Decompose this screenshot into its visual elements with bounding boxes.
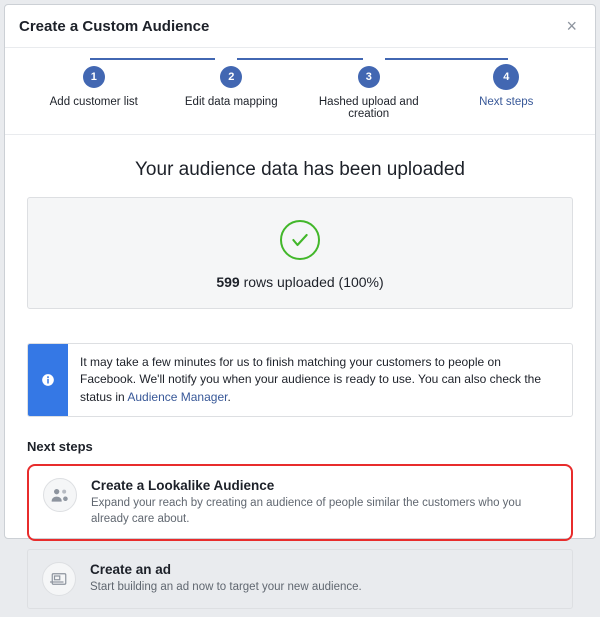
- success-check-icon: [280, 220, 320, 260]
- option-title: Create an ad: [90, 562, 362, 577]
- modal-title: Create a Custom Audience: [19, 18, 209, 35]
- step-connector: [237, 58, 363, 60]
- rows-label: rows uploaded (100%): [240, 274, 384, 290]
- notice-text: It may take a few minutes for us to fini…: [68, 344, 572, 416]
- step-label: Next steps: [438, 96, 576, 108]
- step-label: Edit data mapping: [163, 96, 301, 108]
- option-title: Create a Lookalike Audience: [91, 478, 557, 493]
- option-create-ad[interactable]: Create an ad Start building an ad now to…: [27, 549, 573, 609]
- option-body: Create a Lookalike Audience Expand your …: [91, 478, 557, 527]
- info-icon: [28, 344, 68, 416]
- step-number: 2: [220, 66, 242, 88]
- stepper: 1 Add customer list 2 Edit data mapping …: [5, 48, 595, 135]
- step-number: 1: [83, 66, 105, 88]
- step-label: Hashed upload and creation: [300, 96, 438, 120]
- step-add-customer-list[interactable]: 1 Add customer list: [25, 66, 163, 108]
- step-hashed-upload[interactable]: 3 Hashed upload and creation: [300, 66, 438, 120]
- option-body: Create an ad Start building an ad now to…: [90, 562, 362, 595]
- upload-title: Your audience data has been uploaded: [27, 159, 573, 181]
- step-number: 4: [493, 64, 519, 90]
- step-number: 3: [358, 66, 380, 88]
- next-steps-heading: Next steps: [27, 439, 573, 454]
- step-edit-data-mapping[interactable]: 2 Edit data mapping: [163, 66, 301, 108]
- upload-status-box: 599 rows uploaded (100%): [27, 197, 573, 309]
- custom-audience-modal: Create a Custom Audience × 1 Add custome…: [4, 4, 596, 539]
- option-create-lookalike[interactable]: Create a Lookalike Audience Expand your …: [27, 464, 573, 541]
- rows-uploaded-text: 599 rows uploaded (100%): [38, 274, 562, 290]
- notice-after: .: [227, 390, 230, 404]
- matching-notice: It may take a few minutes for us to fini…: [27, 343, 573, 417]
- option-desc: Expand your reach by creating an audienc…: [91, 495, 557, 527]
- option-desc: Start building an ad now to target your …: [90, 579, 362, 595]
- modal-header: Create a Custom Audience ×: [5, 5, 595, 48]
- rows-count: 599: [216, 274, 239, 290]
- close-button[interactable]: ×: [562, 15, 581, 37]
- people-add-icon: [43, 478, 77, 512]
- step-connector: [385, 58, 509, 60]
- audience-manager-link[interactable]: Audience Manager: [127, 390, 227, 404]
- step-label: Add customer list: [25, 96, 163, 108]
- step-next-steps[interactable]: 4 Next steps: [438, 66, 576, 108]
- modal-content: Your audience data has been uploaded 599…: [5, 135, 595, 617]
- step-connector: [90, 58, 216, 60]
- ad-icon: [42, 562, 76, 596]
